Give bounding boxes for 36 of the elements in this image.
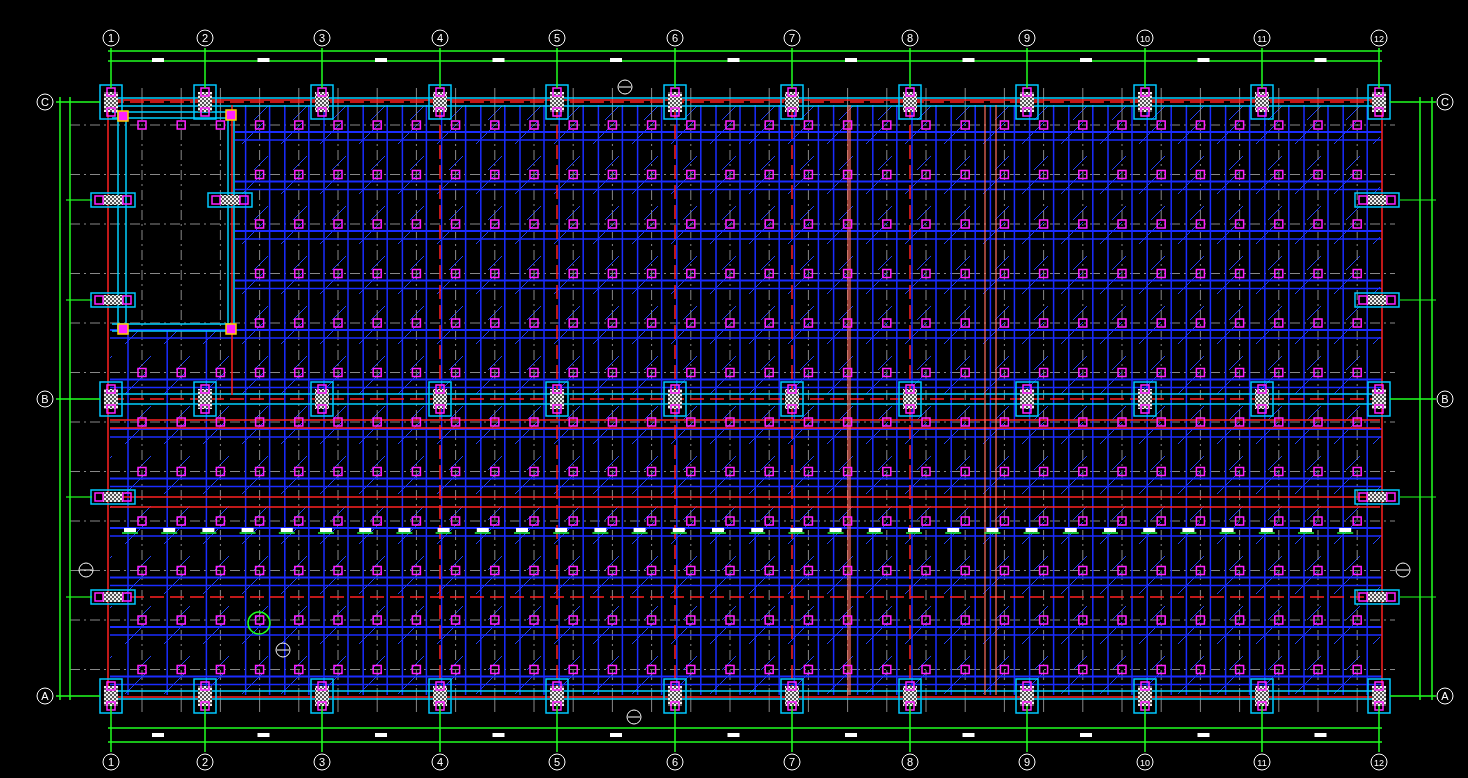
- section-marker-icon: [78, 562, 94, 578]
- axis-bubble: 10: [1136, 753, 1154, 771]
- axis-bubble: 2: [196, 29, 214, 47]
- section-marker-icon: [626, 709, 642, 725]
- axis-bubble: 7: [783, 753, 801, 771]
- axis-bubble: 8: [901, 753, 919, 771]
- section-marker-icon: [275, 642, 291, 658]
- axis-bubble: C: [1436, 93, 1454, 111]
- axis-bubble: 8: [901, 29, 919, 47]
- axis-bubble: 4: [431, 753, 449, 771]
- axis-bubble: 1: [102, 753, 120, 771]
- axis-bubble: 9: [1018, 753, 1036, 771]
- section-marker-icon: [617, 79, 633, 95]
- axis-bubble: A: [36, 687, 54, 705]
- axis-bubble: 6: [666, 29, 684, 47]
- axis-bubble: 4: [431, 29, 449, 47]
- axis-bubble: 6: [666, 753, 684, 771]
- axis-bubble: B: [36, 390, 54, 408]
- axis-bubble: C: [36, 93, 54, 111]
- axis-bubble: 10: [1136, 29, 1154, 47]
- axis-bubble: 3: [313, 753, 331, 771]
- axis-bubble: 11: [1253, 29, 1271, 47]
- section-marker-icon: [1395, 562, 1411, 578]
- axis-bubble: 5: [548, 753, 566, 771]
- axis-bubble: 5: [548, 29, 566, 47]
- detail-circle-icon: [247, 611, 271, 635]
- axis-bubble: 2: [196, 753, 214, 771]
- axis-bubble: B: [1436, 390, 1454, 408]
- axis-bubble: 11: [1253, 753, 1271, 771]
- axis-bubble: 12: [1370, 753, 1388, 771]
- axis-bubble: 12: [1370, 29, 1388, 47]
- axis-bubble: A: [1436, 687, 1454, 705]
- axis-bubble: 9: [1018, 29, 1036, 47]
- axis-bubble: 7: [783, 29, 801, 47]
- axis-bubble: 1: [102, 29, 120, 47]
- axis-bubble: 3: [313, 29, 331, 47]
